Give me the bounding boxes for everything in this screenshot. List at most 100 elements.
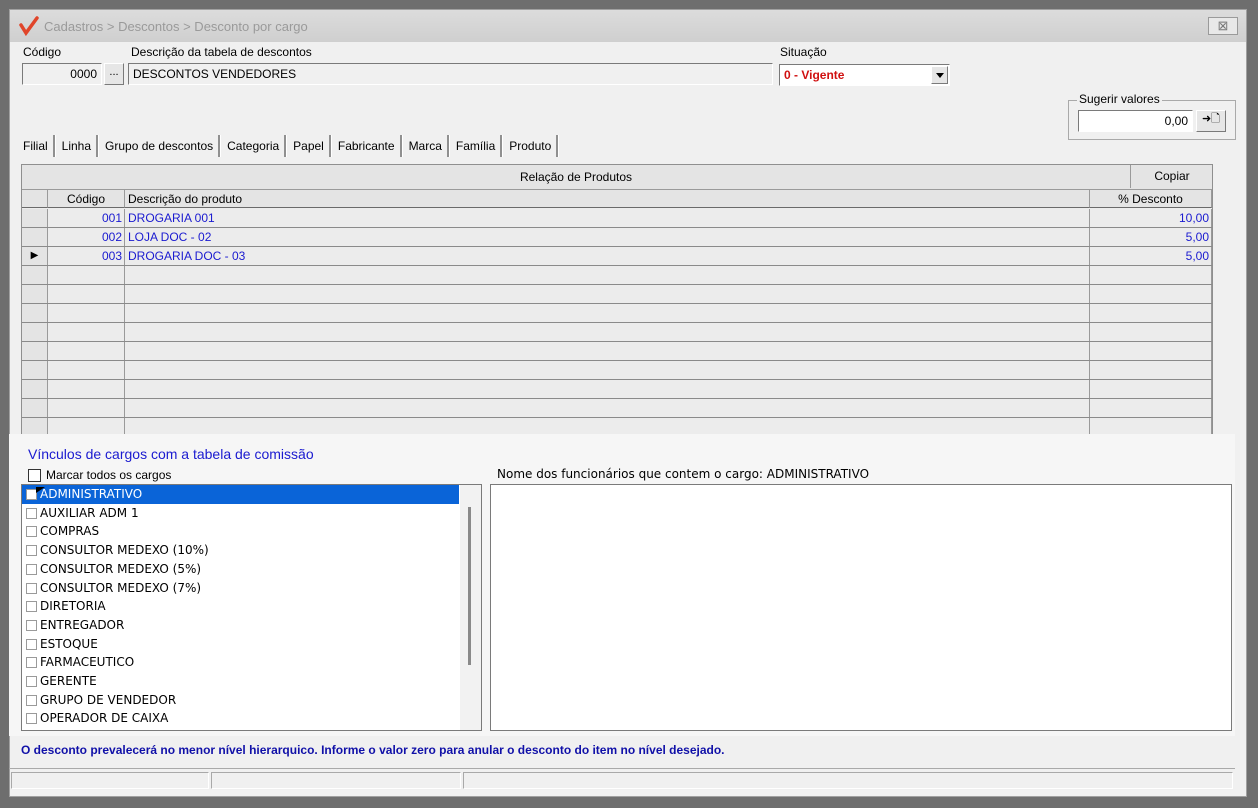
row-indicator[interactable] [22,342,48,360]
cell-descricao[interactable]: LOJA DOC - 02 [125,228,1090,246]
tab-linha[interactable]: Linha [57,135,99,157]
descricao-field[interactable]: DESCONTOS VENDEDORES [128,63,773,85]
row-indicator[interactable] [22,285,48,303]
codigo-lookup-button[interactable]: ... [104,63,124,85]
cargo-item[interactable]: ADMINISTRATIVO [22,485,459,504]
checkbox-icon[interactable] [26,676,37,687]
situacao-select[interactable]: 0 - Vigente [779,64,950,86]
tab-papel[interactable]: Papel [288,135,331,157]
table-row[interactable] [22,399,1212,418]
cell-descricao[interactable] [125,342,1090,360]
codigo-field[interactable]: 0000 [22,63,102,85]
checkbox-icon[interactable] [26,657,37,669]
row-indicator[interactable] [22,380,48,398]
cell-desconto[interactable] [1090,361,1212,379]
funcionarios-list[interactable] [490,484,1232,731]
close-button[interactable]: ⊠ [1208,17,1238,35]
cell-descricao[interactable] [125,266,1090,284]
row-indicator[interactable] [22,209,48,227]
cargo-item[interactable]: DIRETORIA [22,597,459,616]
row-indicator[interactable]: ▶ [22,247,48,265]
row-indicator[interactable] [22,266,48,284]
tab-filial[interactable]: Filial [18,135,55,157]
grid-scrollbar[interactable] [1212,185,1213,433]
cell-descricao[interactable] [125,323,1090,341]
cell-desconto[interactable] [1090,380,1212,398]
table-row[interactable] [22,323,1212,342]
cargo-item[interactable]: ENTREGADOR [22,616,459,635]
cargo-item[interactable]: OPERADOR DE CAIXA [22,709,459,728]
cargo-item[interactable]: ESTOQUE [22,635,459,654]
cell-codigo[interactable]: 003 [48,247,125,265]
cargo-item[interactable]: CONSULTOR MEDEXO (10%) [22,541,459,560]
cell-descricao[interactable]: DROGARIA 001 [125,209,1090,227]
cell-desconto[interactable] [1090,342,1212,360]
cell-codigo[interactable] [48,380,125,398]
table-row[interactable] [22,266,1212,285]
row-indicator[interactable] [22,361,48,379]
cargo-item[interactable]: GERENTE [22,672,459,691]
cargo-item[interactable]: CONSULTOR MEDEXO (7%) [22,579,459,598]
cell-codigo[interactable] [48,342,125,360]
cargo-item[interactable]: GRUPO DE VENDEDOR [22,691,459,710]
tab-familia[interactable]: Família [451,135,503,157]
cell-desconto[interactable] [1090,323,1212,341]
cargos-list[interactable]: ADMINISTRATIVO AUXILIAR ADM 1 COMPRAS CONSU… [21,484,482,731]
sugerir-valor-input[interactable]: 0,00 [1078,110,1193,132]
row-indicator[interactable] [22,399,48,417]
checkbox-icon[interactable] [26,694,37,706]
cell-descricao[interactable] [125,285,1090,303]
cell-codigo[interactable]: 001 [48,209,125,227]
cell-descricao[interactable] [125,399,1090,417]
tab-fabricante[interactable]: Fabricante [333,135,402,157]
checkbox-icon[interactable] [26,563,37,575]
table-row[interactable] [22,342,1212,361]
cargo-item[interactable]: FARMACEUTICO [22,653,459,672]
table-row[interactable]: 001 DROGARIA 001 10,00 [22,209,1212,228]
cargos-scrollbar[interactable] [460,485,481,730]
produtos-grid[interactable]: Relação de Produtos Copiar Código Descri… [21,164,1213,436]
cell-desconto[interactable]: 5,00 [1090,228,1212,246]
descricao-column-header[interactable]: Descrição do produto [125,190,1090,208]
cell-codigo[interactable] [48,399,125,417]
checkbox-icon[interactable] [26,601,37,613]
table-row[interactable]: 002 LOJA DOC - 02 5,00 [22,228,1212,247]
codigo-column-header[interactable]: Código [48,190,125,208]
checkbox-icon[interactable] [26,619,37,631]
cell-codigo[interactable]: 002 [48,228,125,246]
cargo-item[interactable]: CONSULTOR MEDEXO (5%) [22,560,459,579]
table-row[interactable] [22,361,1212,380]
row-indicator[interactable] [22,323,48,341]
cargo-item[interactable]: COMPRAS [22,522,459,541]
tab-grupo-descontos[interactable]: Grupo de descontos [100,135,221,157]
tab-categoria[interactable]: Categoria [222,135,287,157]
cell-desconto[interactable]: 5,00 [1090,247,1212,265]
checkbox-icon[interactable] [26,638,37,650]
cell-descricao[interactable] [125,304,1090,322]
checkbox-icon[interactable] [26,582,37,594]
table-row[interactable] [22,380,1212,399]
checkbox-icon[interactable] [26,526,37,538]
table-row[interactable] [22,285,1212,304]
cell-desconto[interactable] [1090,304,1212,322]
desconto-column-header[interactable]: % Desconto [1090,190,1212,208]
checkbox-icon[interactable] [26,713,37,725]
row-indicator[interactable] [22,304,48,322]
cell-codigo[interactable] [48,361,125,379]
copy-button[interactable]: Copiar [1130,165,1212,188]
cell-codigo[interactable] [48,285,125,303]
checkbox-icon[interactable] [26,545,37,557]
cell-codigo[interactable] [48,304,125,322]
row-indicator[interactable] [22,228,48,246]
checkbox-icon[interactable] [26,507,37,519]
cell-codigo[interactable] [48,323,125,341]
chevron-down-icon[interactable] [931,66,948,84]
cell-descricao[interactable] [125,361,1090,379]
table-row[interactable] [22,304,1212,323]
cell-desconto[interactable] [1090,285,1212,303]
cargos-scroll-thumb[interactable] [468,507,471,665]
cell-desconto[interactable]: 10,00 [1090,209,1212,227]
table-row[interactable]: ▶ 003 DROGARIA DOC - 03 5,00 [22,247,1212,266]
cell-codigo[interactable] [48,266,125,284]
cell-descricao[interactable]: DROGARIA DOC - 03 [125,247,1090,265]
